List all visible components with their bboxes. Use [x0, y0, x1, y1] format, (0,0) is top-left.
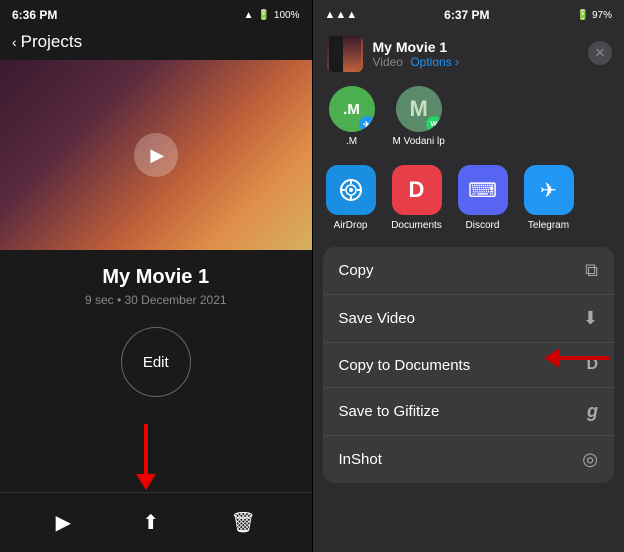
contact-name-m: .M — [346, 136, 357, 147]
battery-icon: 🔋 — [257, 10, 269, 21]
edit-button[interactable]: Edit — [121, 327, 191, 397]
arrow-shaft — [144, 424, 148, 474]
save-video-icon: ⬇ — [583, 308, 598, 329]
contact-item-vodani[interactable]: M W M Vodani lp — [393, 86, 445, 147]
play-toolbar-icon[interactable]: ▶ — [56, 510, 71, 535]
status-bar-right: ▲▲▲ 6:37 PM 🔋 97% — [313, 0, 624, 28]
play-button[interactable]: ▶ — [134, 133, 178, 177]
movie-info: My Movie 1 9 sec • 30 December 2021 — [0, 250, 312, 315]
arrow-head — [136, 474, 156, 490]
contact-name-vodani: M Vodani lp — [393, 136, 445, 147]
wifi-icon: ▲ — [244, 10, 254, 21]
right-battery-text: 97% — [592, 10, 612, 21]
contact-avatar-m: .M ✈ — [329, 86, 375, 132]
action-save-gifitize[interactable]: Save to Gifitize g — [323, 387, 615, 435]
movie-meta: 9 sec • 30 December 2021 — [0, 293, 312, 307]
share-toolbar-icon[interactable]: ⬆ — [142, 510, 159, 535]
edit-btn-container: Edit — [0, 327, 312, 397]
nav-title[interactable]: Projects — [21, 32, 82, 52]
contact-item-m[interactable]: .M ✈ .M — [327, 86, 377, 147]
app-item-documents[interactable]: D Documents — [391, 165, 443, 231]
inshot-label: InShot — [339, 451, 382, 468]
movie-title: My Movie 1 — [0, 266, 312, 289]
share-title-block: My Movie 1 Video Options › — [373, 39, 460, 69]
left-time: 6:36 PM — [12, 8, 57, 22]
contacts-row: .M ✈ .M M W M Vodani lp — [313, 78, 624, 157]
contact-avatar-vodani: M W — [396, 86, 442, 132]
contact-initial-vodani: M — [409, 96, 427, 122]
play-icon: ▶ — [150, 145, 164, 166]
airdrop-icon — [326, 165, 376, 215]
copy-label: Copy — [339, 262, 374, 279]
app-item-discord[interactable]: ⌨ Discord — [457, 165, 509, 231]
save-video-label: Save Video — [339, 310, 415, 327]
right-battery-icon: 🔋 — [577, 10, 589, 21]
right-time: 6:37 PM — [444, 8, 489, 22]
contact-initial-m: .M — [343, 101, 360, 118]
signal-icon: ▲▲▲ — [325, 9, 358, 21]
left-status-icons: ▲ 🔋 100% — [244, 10, 300, 21]
bottom-toolbar: ▶ ⬆ 🗑 — [0, 492, 312, 552]
right-arrow-shaft — [560, 356, 610, 360]
gifitize-label: Save to Gifitize — [339, 403, 440, 420]
share-thumbnail — [327, 36, 363, 72]
share-title: My Movie 1 — [373, 39, 460, 55]
discord-icon: ⌨ — [458, 165, 508, 215]
red-arrow-right — [544, 348, 610, 368]
trash-toolbar-icon[interactable]: 🗑 — [230, 510, 255, 535]
app-item-telegram[interactable]: ✈ Telegram — [523, 165, 575, 231]
share-subtitle-text: Video — [373, 55, 403, 69]
documents-label: Documents — [391, 220, 442, 231]
share-header: My Movie 1 Video Options › ✕ — [313, 28, 624, 78]
action-copy[interactable]: Copy ⧉ — [323, 247, 615, 294]
back-arrow-icon[interactable]: ‹ — [12, 34, 17, 50]
red-arrow-left — [136, 424, 156, 490]
inshot-icon: ◎ — [582, 449, 598, 470]
gifitize-icon: g — [587, 401, 598, 422]
telegram-icon: ✈ — [524, 165, 574, 215]
telegram-label: Telegram — [528, 220, 569, 231]
airdrop-label: AirDrop — [334, 220, 368, 231]
battery-text: 100% — [274, 10, 300, 21]
options-link[interactable]: Options › — [410, 55, 459, 69]
app-item-airdrop[interactable]: AirDrop — [325, 165, 377, 231]
right-panel: ▲▲▲ 6:37 PM 🔋 97% My Movie 1 Video Optio… — [313, 0, 624, 552]
copy-docs-label: Copy to Documents — [339, 357, 471, 374]
copy-icon: ⧉ — [585, 260, 598, 281]
action-save-video[interactable]: Save Video ⬇ — [323, 294, 615, 342]
action-inshot[interactable]: InShot ◎ — [323, 435, 615, 483]
left-panel: 6:36 PM ▲ 🔋 100% ‹ Projects ▶ My Movie 1… — [0, 0, 312, 552]
video-thumbnail[interactable]: ▶ — [0, 60, 312, 250]
status-bar-left: 6:36 PM ▲ 🔋 100% — [0, 0, 312, 28]
documents-icon: D — [392, 165, 442, 215]
nav-bar-left: ‹ Projects — [0, 28, 312, 60]
telegram-badge: ✈ — [359, 116, 375, 132]
share-subtitle: Video Options › — [373, 55, 460, 69]
right-arrow-head — [544, 348, 560, 368]
apps-row: AirDrop D Documents ⌨ Discord ✈ Telegram — [313, 157, 624, 243]
right-status-icons: 🔋 97% — [577, 10, 612, 21]
close-button[interactable]: ✕ — [588, 41, 612, 65]
whatsapp-badge: W — [426, 116, 442, 132]
right-signal-icons: ▲▲▲ — [325, 9, 358, 21]
discord-label: Discord — [466, 220, 500, 231]
